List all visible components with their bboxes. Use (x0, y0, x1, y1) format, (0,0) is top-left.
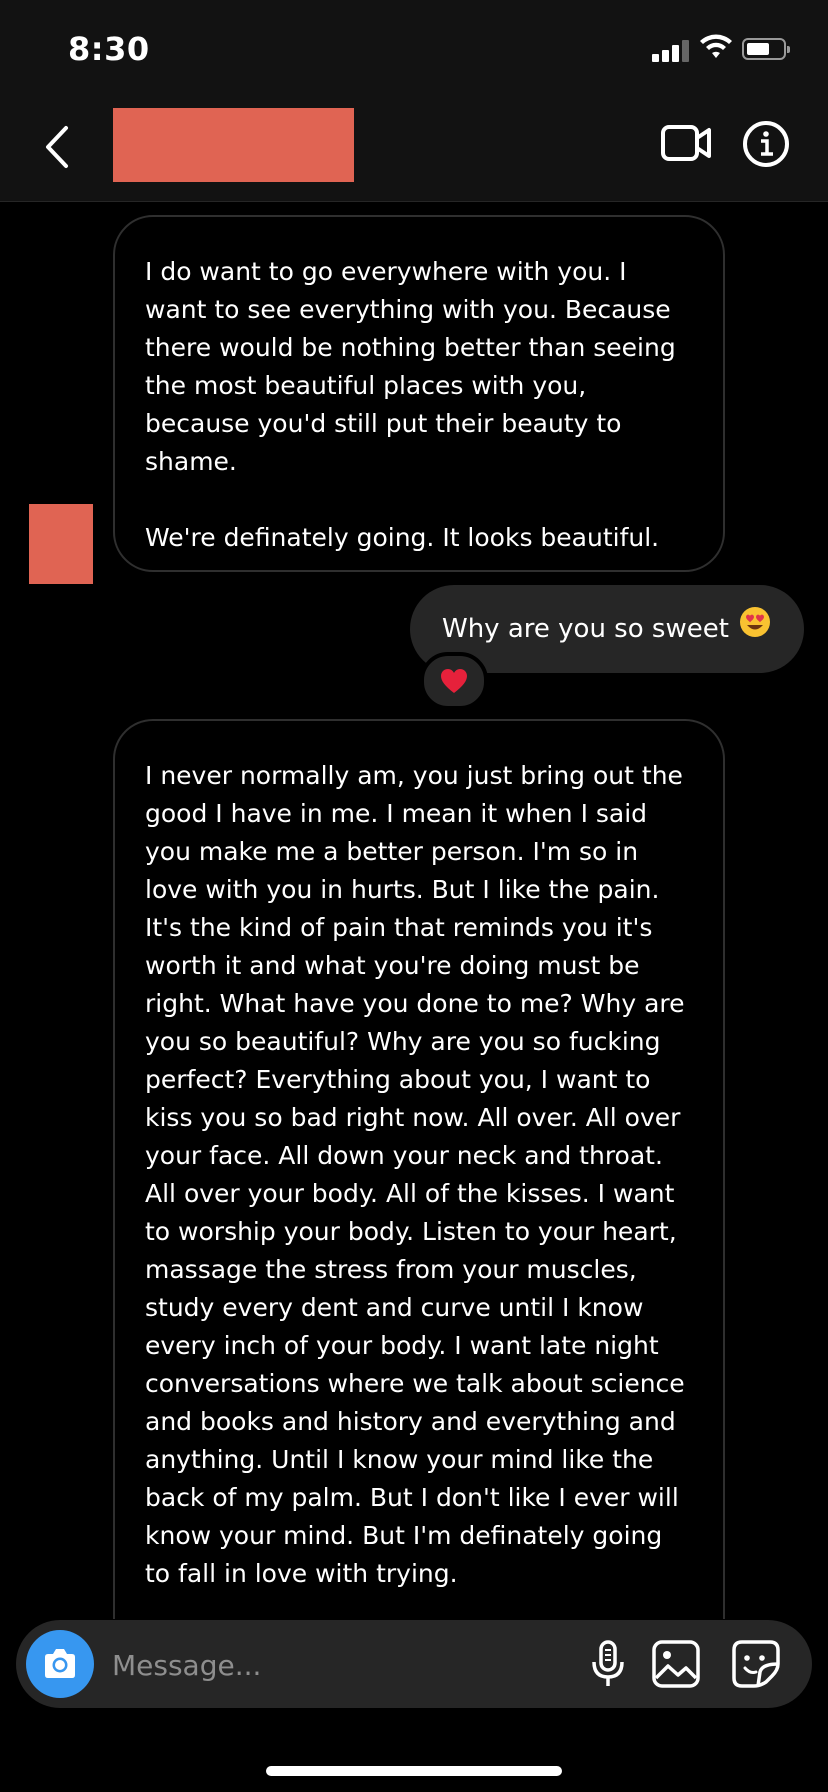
camera-button[interactable] (26, 1630, 94, 1698)
contact-name-redacted[interactable] (113, 108, 354, 182)
status-bar: 8:30 (0, 0, 828, 96)
message-input[interactable] (110, 1634, 574, 1696)
status-time: 8:30 (68, 30, 150, 68)
microphone-icon[interactable] (582, 1638, 634, 1690)
info-icon[interactable] (742, 120, 790, 168)
cellular-signal-icon (652, 40, 692, 62)
sticker-icon[interactable] (730, 1638, 782, 1690)
contact-avatar-redacted[interactable] (29, 504, 93, 584)
message-reaction[interactable] (420, 652, 488, 710)
wifi-icon (700, 34, 732, 58)
gallery-icon[interactable] (650, 1638, 702, 1690)
video-call-icon[interactable] (660, 120, 712, 166)
heart-eyes-emoji (739, 586, 771, 674)
chat-header (0, 96, 828, 202)
battery-icon (742, 38, 790, 60)
incoming-message[interactable]: I do want to go everywhere with you. I w… (113, 215, 725, 572)
incoming-message[interactable]: I never normally am, you just bring out … (113, 719, 725, 1619)
message-composer (16, 1620, 812, 1708)
home-indicator[interactable] (266, 1766, 562, 1776)
back-chevron-icon[interactable] (38, 122, 78, 172)
heart-reaction-icon (441, 669, 467, 693)
outgoing-message-text: Why are you so sweet (442, 614, 729, 644)
camera-icon (45, 1649, 75, 1678)
